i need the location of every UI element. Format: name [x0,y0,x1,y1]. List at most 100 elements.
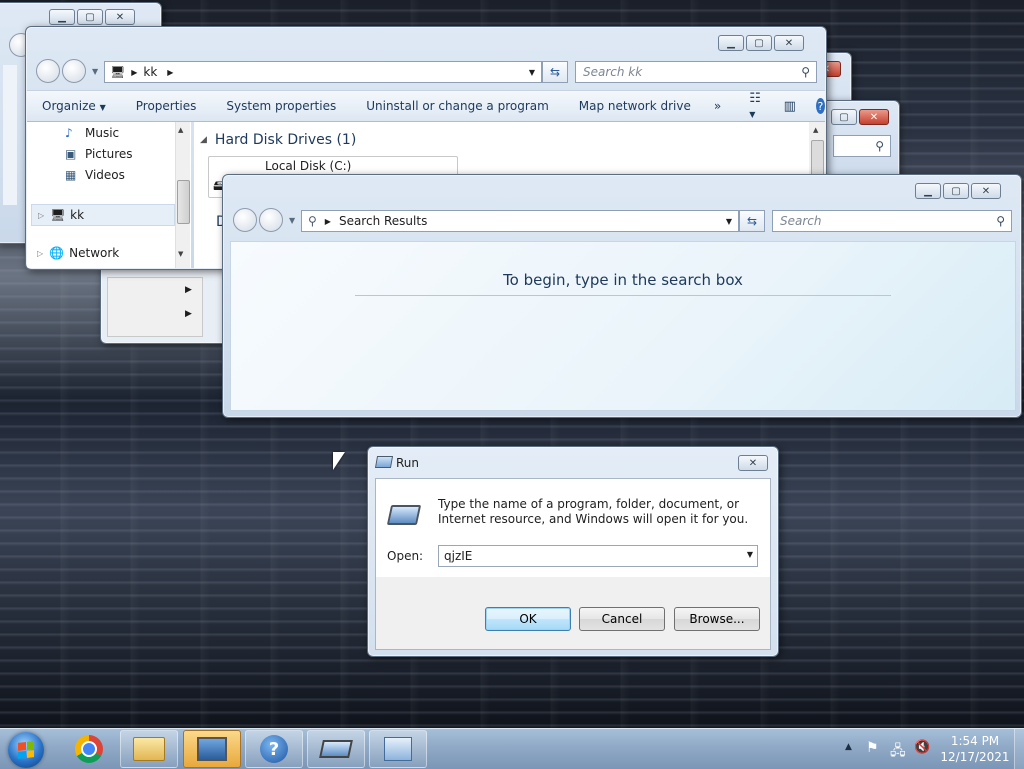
breadcrumb-separator-icon: ▶ [167,67,174,77]
minimize-button[interactable]: ▁ [49,9,75,25]
address-dropdown-icon[interactable]: ▼ [726,217,732,226]
close-button[interactable]: ✕ [738,455,768,471]
forward-arrow-icon[interactable] [259,208,283,232]
action-center-flag-icon[interactable]: ⚑ [866,740,879,756]
help-icon: ? [260,735,288,763]
search-input[interactable]: Search ⚲ [772,210,1012,232]
windows-logo-icon [18,741,34,759]
more-commands-button[interactable]: » [706,99,729,113]
taskbar-help[interactable]: ? [245,730,303,768]
properties-button[interactable]: Properties [121,99,212,113]
taskbar-control-panel[interactable] [183,730,241,768]
taskbar-run[interactable] [307,730,365,768]
dialog-title: Run [396,456,420,470]
dropdown-arrow-icon[interactable]: ▼ [747,550,753,559]
search-placeholder: Search [780,214,822,228]
address-bar[interactable]: 🖥 ▶ kk ▶ ▼ [104,61,542,83]
network-icon: 🌐 [49,246,65,260]
navigation-pane: ♪ Music ▣ Pictures ▦ Videos ▷ 🖥 kk ▷ 🌐 N… [27,122,191,268]
show-desktop-button[interactable] [1014,729,1024,769]
cancel-button[interactable]: Cancel [579,607,665,631]
recent-pages-chevron-icon[interactable]: ▼ [289,216,295,225]
volume-muted-icon[interactable]: 🔇 [914,740,930,755]
taskbar-explorer[interactable] [120,730,178,768]
mouse-cursor-icon [333,452,345,470]
organize-button[interactable]: Organize ▼ [27,99,121,113]
show-hidden-icons-button[interactable]: ▲ [845,742,852,752]
ok-button[interactable]: OK [485,607,571,631]
pictures-icon: ▣ [65,147,77,161]
collapse-arrow-icon[interactable]: ◢ [200,135,207,145]
computer-screen-icon [197,737,227,761]
close-button[interactable]: ✕ [859,109,889,125]
start-button[interactable] [8,732,44,768]
search-placeholder: Search kk [583,65,643,79]
dialog-body: Type the name of a program, folder, docu… [375,478,771,650]
nav-item-kk[interactable]: ▷ 🖥 kk [31,204,175,226]
search-icon: ⚲ [801,65,810,79]
open-input-value[interactable]: qjzIE [444,549,472,563]
taskbar: ? ▲ ⚑ 🖧 🔇 1:54 PM 12/17/2021 [0,728,1024,769]
refresh-button[interactable]: ⇆ [739,210,765,232]
submenu-arrow-icon: ▶ [185,309,192,319]
breadcrumb-search-results[interactable]: Search Results [339,214,427,228]
nav-item-music[interactable]: ♪ Music [65,126,119,140]
clock-time: 1:54 PM [950,734,1000,748]
search-input[interactable]: Search kk ⚲ [575,61,817,83]
chrome-icon [75,735,103,763]
maximize-button[interactable]: ▢ [746,35,772,51]
search-results-window[interactable]: ▁ ▢ ✕ ▼ ⚲ ▶ Search Results ▼ ⇆ Search ⚲ … [222,174,1022,418]
taskbar-chrome[interactable] [60,730,118,768]
search-icon: ⚲ [875,139,884,153]
address-bar[interactable]: ⚲ ▶ Search Results ▼ [301,210,739,232]
back-arrow-icon[interactable] [233,208,257,232]
close-button[interactable]: ✕ [105,9,135,25]
system-properties-button[interactable]: System properties [211,99,351,113]
view-options-icon[interactable]: ☷ ▼ [749,91,761,121]
open-label: Open: [387,549,424,563]
help-icon[interactable]: ? [815,98,825,114]
close-button[interactable]: ✕ [971,183,1001,199]
dialog-description: Type the name of a program, folder, docu… [438,497,749,526]
background-menu-window[interactable]: ▶ ▶ [100,262,232,344]
submenu-arrow-icon: ▶ [185,285,192,295]
maximize-button[interactable]: ▢ [77,9,103,25]
scrollbar-thumb[interactable] [177,180,190,224]
preview-pane-icon[interactable]: ▥ [784,99,796,114]
expand-arrow-icon[interactable]: ▷ [37,249,43,258]
back-arrow-icon[interactable] [36,59,60,83]
breadcrumb-separator-icon: ▶ [324,216,331,226]
refresh-button[interactable]: ⇆ [542,61,568,83]
maximize-button[interactable]: ▢ [943,183,969,199]
network-settings-icon [384,737,412,761]
search-results-pane: To begin, type in the search box [230,241,1016,411]
nav-item-network[interactable]: ▷ 🌐 Network [31,246,119,260]
tray-clock[interactable]: 1:54 PM 12/17/2021 [940,733,1010,765]
search-folder-icon: ⚲ [308,214,317,228]
forward-arrow-icon[interactable] [62,59,86,83]
taskbar-network-app[interactable] [369,730,427,768]
nav-scrollbar[interactable]: ▲ ▼ [175,122,190,268]
maximize-button[interactable]: ▢ [831,109,857,125]
uninstall-program-button[interactable]: Uninstall or change a program [351,99,564,113]
breadcrumb-kk[interactable]: kk [143,65,157,79]
map-network-drive-button[interactable]: Map network drive [564,99,706,113]
drive-label: Local Disk (C:) [265,159,352,173]
run-dialog[interactable]: Run ✕ Type the name of a program, folder… [367,446,779,657]
minimize-button[interactable]: ▁ [718,35,744,51]
recent-pages-chevron-icon[interactable]: ▼ [92,67,98,76]
nav-item-pictures[interactable]: ▣ Pictures [65,147,133,161]
browse-button[interactable]: Browse... [674,607,760,631]
section-header-hard-disk-drives[interactable]: ◢ Hard Disk Drives (1) [200,132,356,148]
nav-item-videos[interactable]: ▦ Videos [65,168,125,182]
expand-arrow-icon[interactable]: ▷ [38,211,44,220]
network-tray-icon[interactable]: 🖧 [890,740,906,764]
run-title-icon [374,456,394,468]
search-hint-text: To begin, type in the search box [503,271,743,289]
close-button[interactable]: ✕ [774,35,804,51]
minimize-button[interactable]: ▁ [915,183,941,199]
open-combobox[interactable]: qjzIE ▼ [438,545,758,567]
run-program-icon [386,505,422,525]
address-dropdown-icon[interactable]: ▼ [529,68,535,77]
computer-icon: 🖥 [50,208,66,222]
